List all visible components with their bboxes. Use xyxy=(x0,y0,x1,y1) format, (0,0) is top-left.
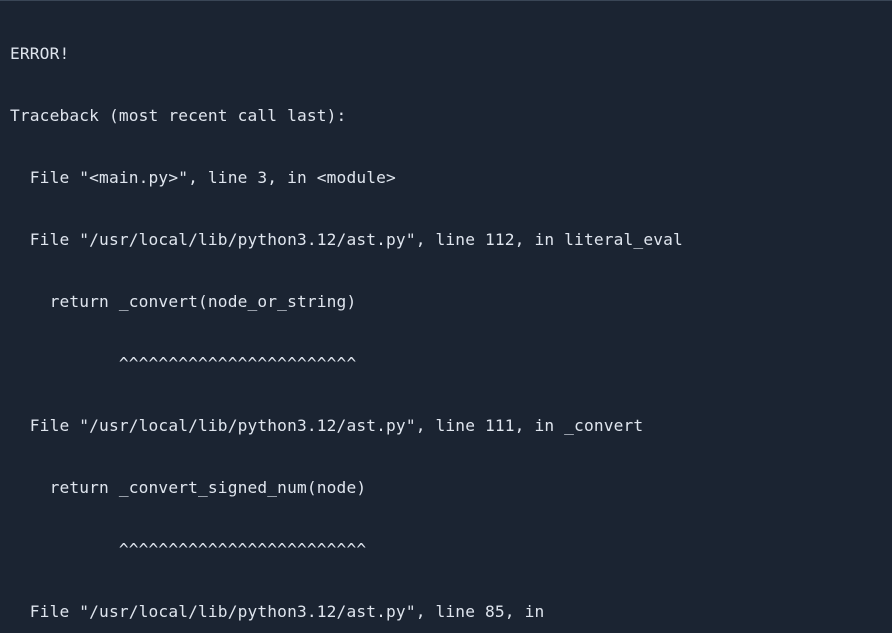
output-line: File "/usr/local/lib/python3.12/ast.py",… xyxy=(10,410,882,441)
output-line: ^^^^^^^^^^^^^^^^^^^^^^^^ xyxy=(10,348,882,379)
output-line: ^^^^^^^^^^^^^^^^^^^^^^^^^ xyxy=(10,534,882,565)
output-line: File "/usr/local/lib/python3.12/ast.py",… xyxy=(10,224,882,255)
output-line: ERROR! xyxy=(10,38,882,69)
terminal-output[interactable]: ERROR! Traceback (most recent call last)… xyxy=(0,0,892,633)
output-line: File "<main.py>", line 3, in <module> xyxy=(10,162,882,193)
output-line: return _convert(node_or_string) xyxy=(10,286,882,317)
output-line: Traceback (most recent call last): xyxy=(10,100,882,131)
output-line: File "/usr/local/lib/python3.12/ast.py",… xyxy=(10,596,882,627)
output-line: return _convert_signed_num(node) xyxy=(10,472,882,503)
